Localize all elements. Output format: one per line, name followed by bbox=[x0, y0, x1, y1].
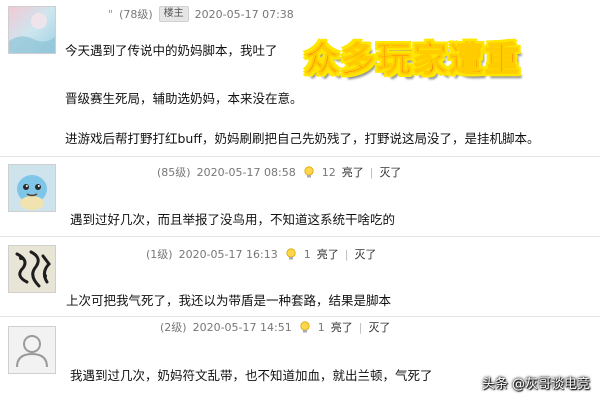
avatar[interactable] bbox=[8, 164, 56, 212]
avatar-image bbox=[9, 7, 55, 53]
like-count: 1 bbox=[303, 247, 311, 261]
timestamp: 2020-05-17 16:13 bbox=[178, 247, 278, 261]
lightbulb-icon bbox=[302, 165, 316, 179]
user-level: (1级) bbox=[146, 248, 173, 261]
separator: | bbox=[358, 320, 363, 334]
dislike-button[interactable]: 灭了 bbox=[379, 164, 401, 180]
like-count: 12 bbox=[321, 165, 336, 179]
divider bbox=[0, 156, 600, 157]
separator: | bbox=[344, 247, 349, 261]
like-button[interactable]: 亮了 bbox=[342, 164, 364, 180]
dislike-button[interactable]: 灭了 bbox=[354, 246, 376, 262]
user-level: (85级) bbox=[157, 166, 191, 179]
lightbulb-icon bbox=[298, 320, 312, 334]
op-badge: 楼主 bbox=[158, 6, 189, 22]
username[interactable]: " bbox=[108, 8, 113, 21]
avatar[interactable] bbox=[8, 326, 56, 374]
divider bbox=[0, 316, 600, 317]
watermark: 头条 @灰哥谈电竞 bbox=[481, 377, 590, 392]
avatar-image bbox=[9, 246, 55, 292]
avatar[interactable] bbox=[8, 245, 56, 293]
like-count: 1 bbox=[317, 320, 325, 334]
avatar-image bbox=[9, 165, 55, 211]
comment-thread: " (78级) 楼主 2020-05-17 07:38 今天遇到了传说中的奶妈脚… bbox=[0, 0, 600, 400]
avatar[interactable] bbox=[8, 6, 56, 54]
user-level: (2级) bbox=[160, 321, 187, 334]
comment-meta: " (78级) 楼主 2020-05-17 07:38 bbox=[108, 6, 294, 22]
like-button[interactable]: 亮了 bbox=[331, 319, 353, 335]
comment-text-line: 遇到过好几次，而且举报了没鸟用，不知道这系统干啥吃的 bbox=[70, 212, 396, 227]
timestamp: 2020-05-17 07:38 bbox=[194, 7, 294, 21]
divider bbox=[0, 236, 600, 237]
dislike-button[interactable]: 灭了 bbox=[368, 319, 390, 335]
like-button[interactable]: 亮了 bbox=[317, 246, 339, 262]
comment-text-line: 晋级赛生死局，辅助选奶妈，本来没在意。 bbox=[65, 91, 303, 106]
separator: | bbox=[369, 165, 374, 179]
timestamp: 2020-05-17 08:58 bbox=[196, 165, 296, 179]
comment-text-line: 今天遇到了传说中的奶妈脚本，我吐了 bbox=[65, 43, 278, 58]
comment-text-line: 进游戏后帮打野打红buff，奶妈刷刷把自己先奶残了，打野说这局没了，是挂机脚本。 bbox=[65, 131, 540, 146]
timestamp: 2020-05-17 14:51 bbox=[192, 320, 292, 334]
user-level: (78级) bbox=[119, 8, 153, 21]
default-avatar-icon bbox=[9, 327, 55, 373]
comment-text-line: 我遇到过几次，奶妈符文乱带，也不知道加血，就出兰顿，气死了 bbox=[70, 368, 433, 383]
lightbulb-icon bbox=[284, 247, 298, 261]
overlay-caption: 众多玩家遭重 bbox=[304, 39, 521, 80]
comment-meta: (1级) 2020-05-17 16:13 1 亮了 | 灭了 bbox=[146, 246, 376, 262]
comment-text-line: 上次可把我气死了，我还以为带盾是一种套路，结果是脚本 bbox=[66, 293, 392, 308]
comment-meta: (2级) 2020-05-17 14:51 1 亮了 | 灭了 bbox=[160, 319, 390, 335]
comment-meta: (85级) 2020-05-17 08:58 12 亮了 | 灭了 bbox=[157, 164, 401, 180]
